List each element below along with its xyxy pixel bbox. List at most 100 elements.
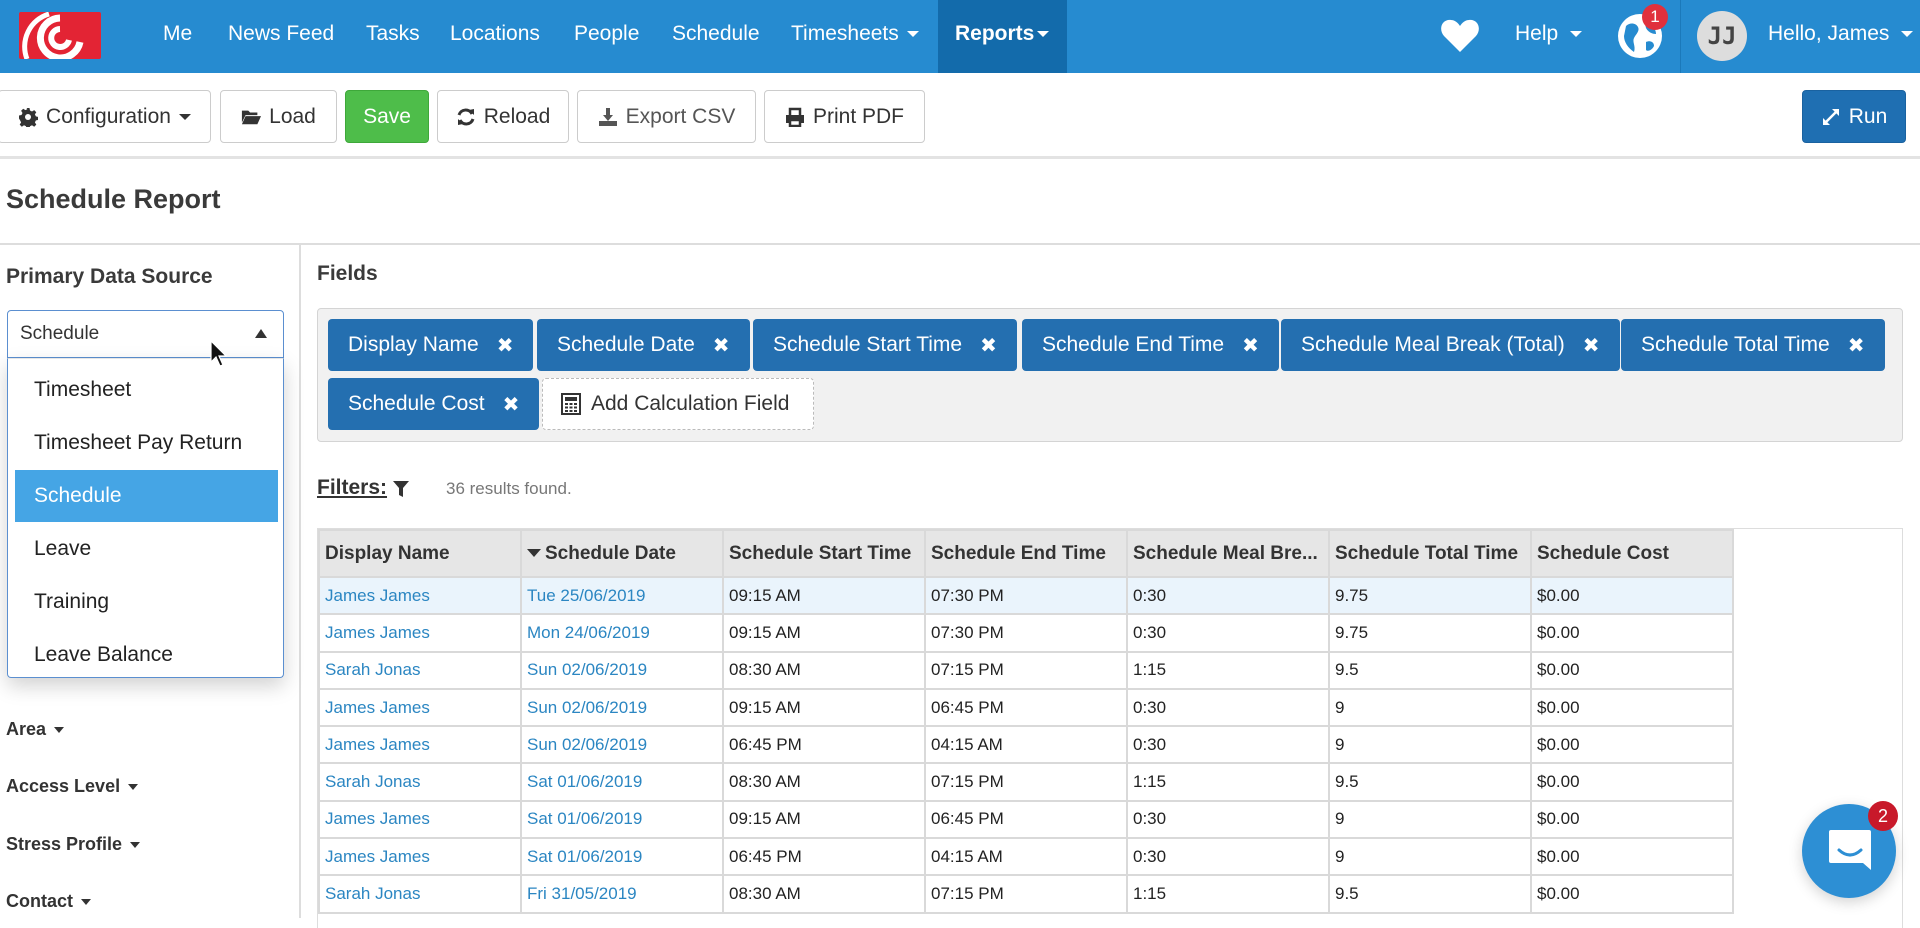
cell-display-name[interactable]: James James	[318, 575, 522, 616]
cell-end-time: 07:15 PM	[924, 762, 1128, 802]
column-header-start-time[interactable]: Schedule Start Time	[722, 529, 926, 578]
chat-badge: 2	[1868, 801, 1898, 831]
table-row: James James Sun 02/06/2019 09:15 AM 06:45 P…	[318, 687, 1734, 728]
field-chip[interactable]: Schedule Start Time ✖	[753, 319, 1017, 371]
configuration-button[interactable]: Configuration	[0, 90, 211, 143]
field-chip[interactable]: Display Name ✖	[328, 319, 534, 371]
field-chip[interactable]: Schedule Total Time ✖	[1621, 319, 1885, 371]
cell-display-name[interactable]: James James	[318, 837, 522, 877]
close-icon[interactable]: ✖	[1242, 333, 1259, 357]
nav-help-label: Help	[1515, 22, 1559, 45]
dropdown-option-leave[interactable]: Leave	[15, 523, 278, 575]
column-header-label: Schedule Date	[545, 542, 676, 564]
cell-schedule-date[interactable]: Sat 01/06/2019	[520, 762, 724, 802]
cell-end-time: 07:15 PM	[924, 650, 1128, 690]
data-source-select[interactable]: Schedule	[7, 310, 284, 358]
nav-news-feed[interactable]: News Feed	[228, 0, 334, 73]
nav-people[interactable]: People	[574, 0, 639, 73]
save-button[interactable]: Save	[345, 90, 429, 143]
filter-group-label: Contact	[6, 891, 73, 911]
results-table-wrapper: Display Name Schedule Date Schedule Star…	[317, 528, 1903, 928]
close-icon[interactable]: ✖	[503, 392, 520, 416]
nav-help[interactable]: Help	[1515, 0, 1583, 73]
cell-schedule-date[interactable]: Sat 01/06/2019	[520, 799, 724, 840]
column-header-cost[interactable]: Schedule Cost	[1530, 529, 1734, 578]
export-csv-button[interactable]: Export CSV	[577, 90, 756, 143]
field-chip[interactable]: Schedule End Time ✖	[1022, 319, 1279, 371]
dropdown-option-timesheet[interactable]: Timesheet	[15, 364, 278, 416]
cell-display-name[interactable]: James James	[318, 725, 522, 765]
cell-cost: $0.00	[1530, 650, 1734, 690]
dropdown-option-leave-balance[interactable]: Leave Balance	[15, 629, 278, 681]
chat-icon	[1829, 830, 1871, 870]
cell-start-time: 06:45 PM	[722, 837, 926, 877]
cell-display-name[interactable]: Sarah Jonas	[318, 762, 522, 802]
cell-total-time: 9.75	[1328, 613, 1532, 653]
filters-toggle[interactable]: Filters:	[317, 476, 387, 500]
dropdown-option-training[interactable]: Training	[15, 576, 278, 628]
cell-cost: $0.00	[1530, 613, 1734, 653]
cell-display-name[interactable]: Sarah Jonas	[318, 650, 522, 690]
cell-schedule-date[interactable]: Tue 25/06/2019	[520, 575, 724, 616]
cell-total-time: 9	[1328, 687, 1532, 728]
close-icon[interactable]: ✖	[497, 333, 514, 357]
cell-meal-break: 1:15	[1126, 762, 1330, 802]
add-calculation-field-button[interactable]: Add Calculation Field	[542, 378, 814, 430]
avatar[interactable]: JJ	[1697, 11, 1747, 61]
close-icon[interactable]: ✖	[1583, 333, 1600, 357]
load-button[interactable]: Load	[220, 90, 337, 143]
close-icon[interactable]: ✖	[713, 333, 730, 357]
filter-group-contact[interactable]: Contact	[6, 891, 91, 912]
cell-schedule-date[interactable]: Sun 02/06/2019	[520, 687, 724, 728]
cell-schedule-date[interactable]: Fri 31/05/2019	[520, 874, 724, 914]
reload-button[interactable]: Reload	[437, 90, 569, 143]
nav-locations[interactable]: Locations	[450, 0, 540, 73]
field-chip-label: Schedule Meal Break (Total)	[1301, 333, 1565, 356]
heart-icon[interactable]	[1440, 18, 1480, 54]
column-header-meal-break[interactable]: Schedule Meal Bre...	[1126, 529, 1330, 578]
column-header-end-time[interactable]: Schedule End Time	[924, 529, 1128, 578]
column-header-display-name[interactable]: Display Name	[318, 529, 522, 578]
reload-label: Reload	[483, 104, 551, 128]
cell-start-time: 08:30 AM	[722, 762, 926, 802]
cell-schedule-date[interactable]: Sat 01/06/2019	[520, 837, 724, 877]
cell-start-time: 08:30 AM	[722, 874, 926, 914]
cell-end-time: 06:45 PM	[924, 799, 1128, 840]
close-icon[interactable]: ✖	[1848, 333, 1865, 357]
calculator-icon	[561, 393, 581, 415]
cell-start-time: 08:30 AM	[722, 650, 926, 690]
results-table: Display Name Schedule Date Schedule Star…	[318, 529, 1734, 914]
column-header-total-time[interactable]: Schedule Total Time	[1328, 529, 1532, 578]
cell-display-name[interactable]: James James	[318, 613, 522, 653]
cell-schedule-date[interactable]: Sun 02/06/2019	[520, 725, 724, 765]
column-header-schedule-date[interactable]: Schedule Date	[520, 529, 724, 578]
dropdown-option-timesheet-pay-return[interactable]: Timesheet Pay Return	[15, 417, 278, 469]
cell-total-time: 9.5	[1328, 650, 1532, 690]
folder-open-icon	[241, 107, 262, 127]
filter-icon[interactable]	[393, 481, 409, 497]
print-pdf-button[interactable]: Print PDF	[764, 90, 925, 143]
dropdown-option-schedule[interactable]: Schedule	[15, 470, 278, 522]
nav-me[interactable]: Me	[163, 0, 192, 73]
nav-schedule[interactable]: Schedule	[672, 0, 760, 73]
user-menu[interactable]: Hello, James	[1768, 0, 1914, 73]
nav-reports[interactable]: Reports	[938, 0, 1068, 73]
table-row: James James Sun 02/06/2019 06:45 PM 04:15 A…	[318, 725, 1734, 765]
cell-display-name[interactable]: James James	[318, 687, 522, 728]
run-button[interactable]: Run	[1802, 90, 1906, 143]
cell-display-name[interactable]: Sarah Jonas	[318, 874, 522, 914]
nav-tasks[interactable]: Tasks	[366, 0, 420, 73]
table-row: James James Mon 24/06/2019 09:15 AM 07:30 P…	[318, 613, 1734, 653]
table-header-row: Display Name Schedule Date Schedule Star…	[318, 529, 1734, 578]
cell-display-name[interactable]: James James	[318, 799, 522, 840]
field-chip[interactable]: Schedule Date ✖	[537, 319, 750, 371]
close-icon[interactable]: ✖	[980, 333, 997, 357]
cell-meal-break: 0:30	[1126, 687, 1330, 728]
field-chip[interactable]: Schedule Cost ✖	[328, 378, 540, 430]
nav-timesheets[interactable]: Timesheets	[791, 0, 919, 73]
field-chip[interactable]: Schedule Meal Break (Total) ✖	[1281, 319, 1620, 371]
cell-schedule-date[interactable]: Mon 24/06/2019	[520, 613, 724, 653]
cell-schedule-date[interactable]: Sun 02/06/2019	[520, 650, 724, 690]
app-logo[interactable]	[19, 12, 101, 59]
chevron-down-icon	[81, 899, 91, 906]
